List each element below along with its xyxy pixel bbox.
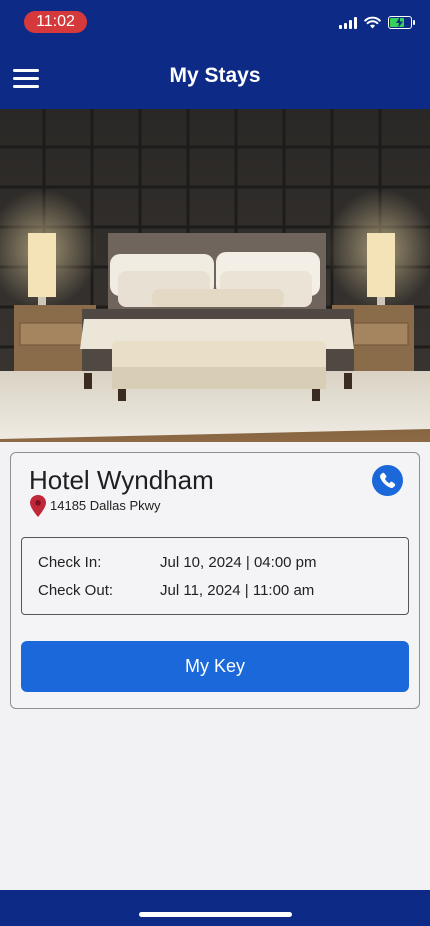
phone-icon[interactable] (372, 465, 403, 496)
check-in-value: Jul 10, 2024 | 04:00 pm (160, 554, 317, 571)
wifi-icon (364, 16, 381, 29)
hotel-address: 14185 Dallas Pkwy (50, 498, 161, 513)
check-out-label: Check Out: (38, 582, 114, 599)
app-header: 11:02 My Stays (0, 0, 430, 109)
stay-dates: Check In: Jul 10, 2024 | 04:00 pm Check … (21, 537, 409, 615)
page-title: My Stays (169, 64, 261, 87)
my-key-button[interactable]: My Key (21, 641, 409, 692)
map-pin-icon (30, 495, 46, 517)
stay-card[interactable]: Hotel Wyndham 14185 Dallas Pkwy Check In… (10, 452, 420, 709)
battery-charging-icon (388, 16, 415, 29)
bottom-bar (0, 890, 430, 926)
home-indicator[interactable] (139, 912, 292, 917)
hotel-room-image (0, 109, 430, 442)
status-time: 11:02 (24, 11, 87, 33)
check-in-label: Check In: (38, 554, 102, 571)
status-icons (339, 16, 415, 29)
check-out-value: Jul 11, 2024 | 11:00 am (160, 582, 315, 599)
cellular-signal-icon (339, 16, 357, 29)
hotel-name: Hotel Wyndham (29, 465, 214, 495)
